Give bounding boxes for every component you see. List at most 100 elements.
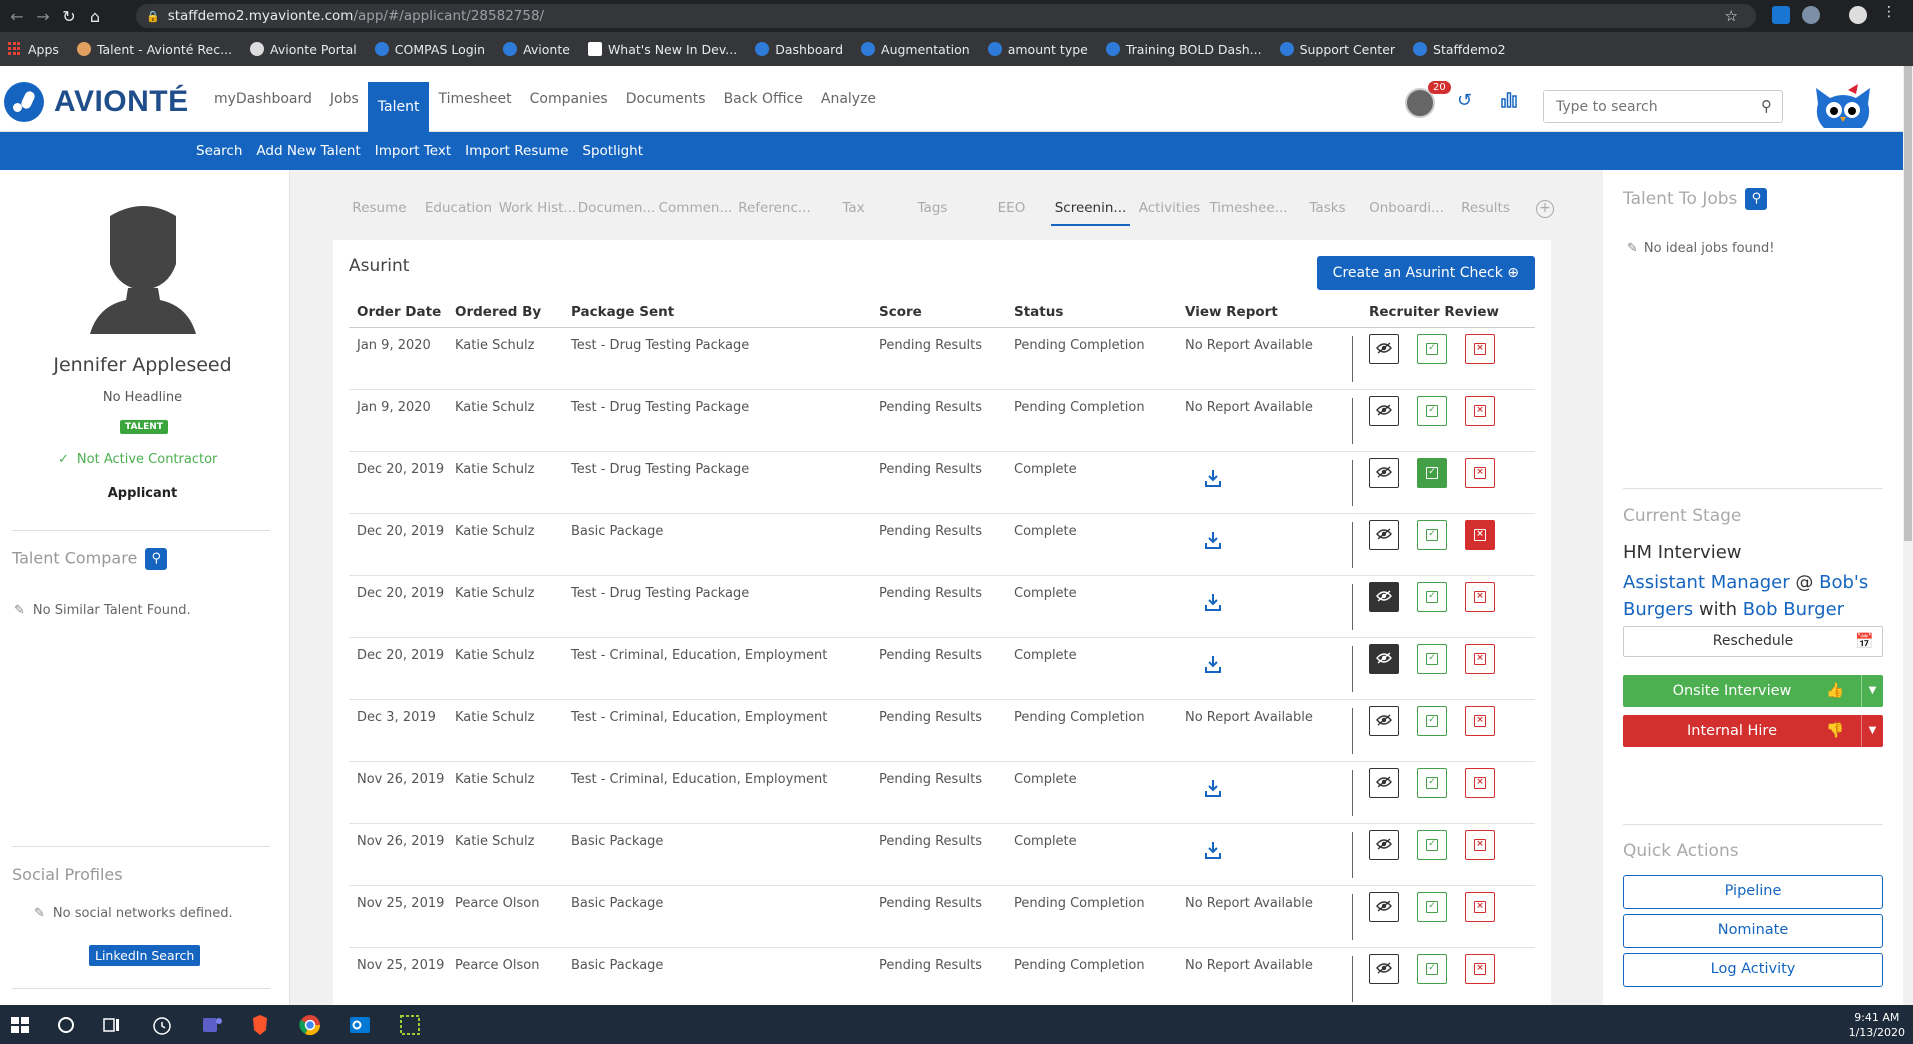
approve-review-button[interactable]: ✓ <box>1417 768 1447 798</box>
col-recruiter-review[interactable]: Recruiter Review <box>1369 304 1535 320</box>
profile-icon[interactable] <box>1849 6 1867 24</box>
dropdown-caret-icon[interactable]: ▼ <box>1861 715 1883 747</box>
reject-review-button[interactable]: × <box>1465 582 1495 612</box>
hide-review-button[interactable] <box>1369 706 1399 736</box>
reject-review-button[interactable]: × <box>1465 954 1495 984</box>
tab-timesheets[interactable]: Timeshee... <box>1209 192 1288 226</box>
pipeline-button[interactable]: Pipeline <box>1623 875 1883 909</box>
approve-review-button[interactable]: ✓ <box>1417 706 1447 736</box>
download-icon[interactable] <box>1203 468 1223 492</box>
download-icon[interactable] <box>1203 530 1223 554</box>
nav-timesheet[interactable]: Timesheet <box>429 66 520 132</box>
snipping-tool-icon[interactable] <box>398 1013 422 1037</box>
reject-review-button[interactable]: × <box>1465 396 1495 426</box>
download-icon[interactable] <box>1203 654 1223 678</box>
reject-review-button[interactable]: × <box>1465 458 1495 488</box>
hide-review-button[interactable] <box>1369 830 1399 860</box>
bookmark[interactable]: COMPAS Login <box>374 42 485 57</box>
tab-comments[interactable]: Commen... <box>656 192 735 226</box>
chrome-icon[interactable] <box>298 1013 322 1037</box>
nav-talent[interactable]: Talent <box>367 82 430 132</box>
linkedin-search-button[interactable]: LinkedIn Search <box>89 945 201 966</box>
tab-resume[interactable]: Resume <box>340 192 419 226</box>
search-icon[interactable]: ⚲ <box>1745 188 1768 210</box>
search-input[interactable] <box>1544 91 1744 122</box>
approve-review-button[interactable]: ✓ <box>1417 334 1447 364</box>
bookmark-apps[interactable]: Apps <box>8 42 59 57</box>
extension-icon[interactable] <box>1772 6 1790 24</box>
nav-mydashboard[interactable]: myDashboard <box>205 66 321 132</box>
tab-references[interactable]: Referenc... <box>735 192 814 226</box>
page-scrollbar[interactable] <box>1903 66 1913 1005</box>
contact-link[interactable]: Bob Burger <box>1743 599 1844 620</box>
bookmark[interactable]: Avionte Portal <box>250 42 357 57</box>
search-icon[interactable]: ⚲ <box>1761 97 1772 115</box>
download-icon[interactable] <box>1203 592 1223 616</box>
internal-hire-button[interactable]: Internal Hire 👎 ▼ <box>1623 715 1883 747</box>
brave-browser-icon[interactable] <box>248 1013 272 1037</box>
search-icon[interactable]: ⚲ <box>145 548 168 570</box>
menu-icon[interactable]: ⋮ <box>1882 4 1896 22</box>
nav-analyze[interactable]: Analyze <box>812 66 885 132</box>
owl-mascot-icon[interactable] <box>1812 84 1874 132</box>
notification-badge[interactable]: 20 <box>1428 81 1451 94</box>
reschedule-button[interactable]: Reschedule 📅 <box>1623 626 1883 657</box>
dropdown-caret-icon[interactable]: ▼ <box>1861 675 1883 707</box>
scroll-thumb[interactable] <box>1904 66 1912 541</box>
refresh-icon[interactable]: ↺ <box>1457 90 1472 111</box>
hide-review-button[interactable] <box>1369 334 1399 364</box>
approve-review-button[interactable]: ✓ <box>1417 954 1447 984</box>
bookmark[interactable]: amount type <box>987 42 1088 57</box>
bookmark[interactable]: Training BOLD Dash... <box>1105 42 1262 57</box>
tab-eeo[interactable]: EEO <box>972 192 1051 226</box>
hide-review-button[interactable] <box>1369 582 1399 612</box>
subnav-spotlight[interactable]: Spotlight <box>582 143 643 159</box>
approve-review-button[interactable]: ✓ <box>1417 644 1447 674</box>
tab-tasks[interactable]: Tasks <box>1288 192 1367 226</box>
system-clock[interactable]: 9:41 AM 1/13/2020 <box>1849 1010 1905 1040</box>
reject-review-button[interactable]: × <box>1465 520 1495 550</box>
hide-review-button[interactable] <box>1369 396 1399 426</box>
bookmark[interactable]: Dashboard <box>755 42 843 57</box>
hide-review-button[interactable] <box>1369 892 1399 922</box>
home-icon[interactable]: ⌂ <box>82 7 108 26</box>
job-link[interactable]: Assistant Manager <box>1623 572 1790 593</box>
tab-onboarding[interactable]: Onboardi... <box>1367 192 1446 226</box>
hide-review-button[interactable] <box>1369 644 1399 674</box>
bookmark[interactable]: Support Center <box>1279 42 1395 57</box>
alarm-clock-icon[interactable] <box>150 1013 174 1037</box>
create-asurint-check-button[interactable]: Create an Asurint Check ⊕ <box>1316 256 1535 290</box>
subnav-search[interactable]: Search <box>196 143 242 159</box>
approve-review-button[interactable]: ✓ <box>1417 582 1447 612</box>
hide-review-button[interactable] <box>1369 458 1399 488</box>
download-icon[interactable] <box>1203 840 1223 864</box>
bookmark[interactable]: Staffdemo2 <box>1413 42 1506 57</box>
approve-review-button[interactable]: ✓ <box>1417 892 1447 922</box>
reject-review-button[interactable]: × <box>1465 892 1495 922</box>
bookmark[interactable]: Augmentation <box>861 42 970 57</box>
logo[interactable]: AVIONTÉ <box>4 82 189 122</box>
approve-review-button[interactable]: ✓ <box>1417 830 1447 860</box>
subnav-import-text[interactable]: Import Text <box>375 143 451 159</box>
approve-review-button[interactable]: ✓ <box>1417 458 1447 488</box>
hide-review-button[interactable] <box>1369 520 1399 550</box>
reject-review-button[interactable]: × <box>1465 334 1495 364</box>
windows-start-icon[interactable] <box>8 1013 32 1037</box>
add-tab-icon[interactable]: + <box>1536 200 1554 218</box>
task-view-icon[interactable] <box>100 1013 124 1037</box>
hide-review-button[interactable] <box>1369 768 1399 798</box>
tab-documents[interactable]: Documen... <box>577 192 656 226</box>
extension-icon[interactable] <box>1802 6 1820 24</box>
nominate-button[interactable]: Nominate <box>1623 914 1883 948</box>
hide-review-button[interactable] <box>1369 954 1399 984</box>
tab-tags[interactable]: Tags <box>893 192 972 226</box>
approve-review-button[interactable]: ✓ <box>1417 520 1447 550</box>
nav-jobs[interactable]: Jobs <box>321 66 368 132</box>
col-score[interactable]: Score <box>879 304 1014 320</box>
download-icon[interactable] <box>1203 778 1223 802</box>
tab-activities[interactable]: Activities <box>1130 192 1209 226</box>
nav-companies[interactable]: Companies <box>521 66 617 132</box>
star-icon[interactable]: ☆ <box>1725 7 1738 25</box>
forward-icon[interactable]: → <box>30 7 56 26</box>
reject-review-button[interactable]: × <box>1465 830 1495 860</box>
